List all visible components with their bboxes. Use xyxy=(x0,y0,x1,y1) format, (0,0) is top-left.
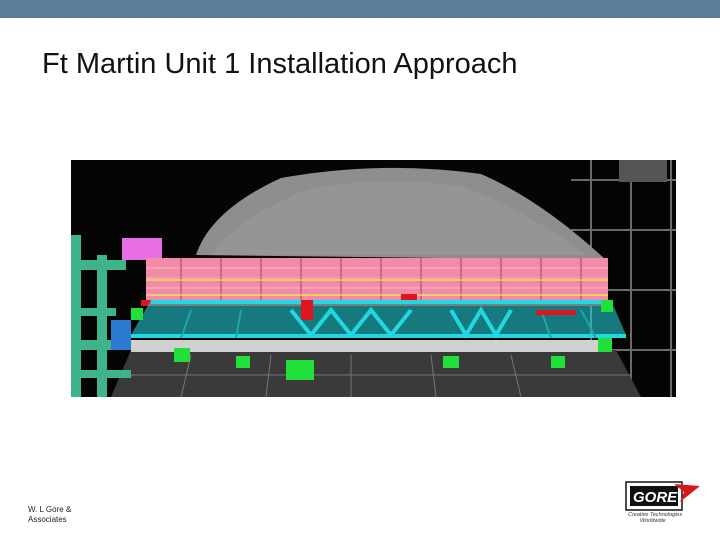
footer-line-2: Associates xyxy=(28,515,67,524)
floor-edge xyxy=(131,340,611,352)
footer-line-1: W. L Gore & xyxy=(28,505,72,514)
roof-block xyxy=(619,160,667,182)
render-drawing xyxy=(71,160,676,397)
logo-tagline-2: Worldwide xyxy=(640,518,666,524)
slide: Ft Martin Unit 1 Installation Approach W… xyxy=(0,0,720,540)
slide-title: Ft Martin Unit 1 Installation Approach xyxy=(42,48,518,80)
footer-credit: W. L Gore & Associates xyxy=(28,505,98,525)
header-bar xyxy=(0,0,720,18)
magenta-box xyxy=(122,238,162,260)
gore-logo: GORE Creative Technologies Worldwide xyxy=(624,476,704,524)
installation-render-image xyxy=(71,160,676,397)
logo-wordmark: GORE xyxy=(633,489,678,506)
gore-logo-mark: GORE Creative Technologies Worldwide xyxy=(625,481,700,524)
